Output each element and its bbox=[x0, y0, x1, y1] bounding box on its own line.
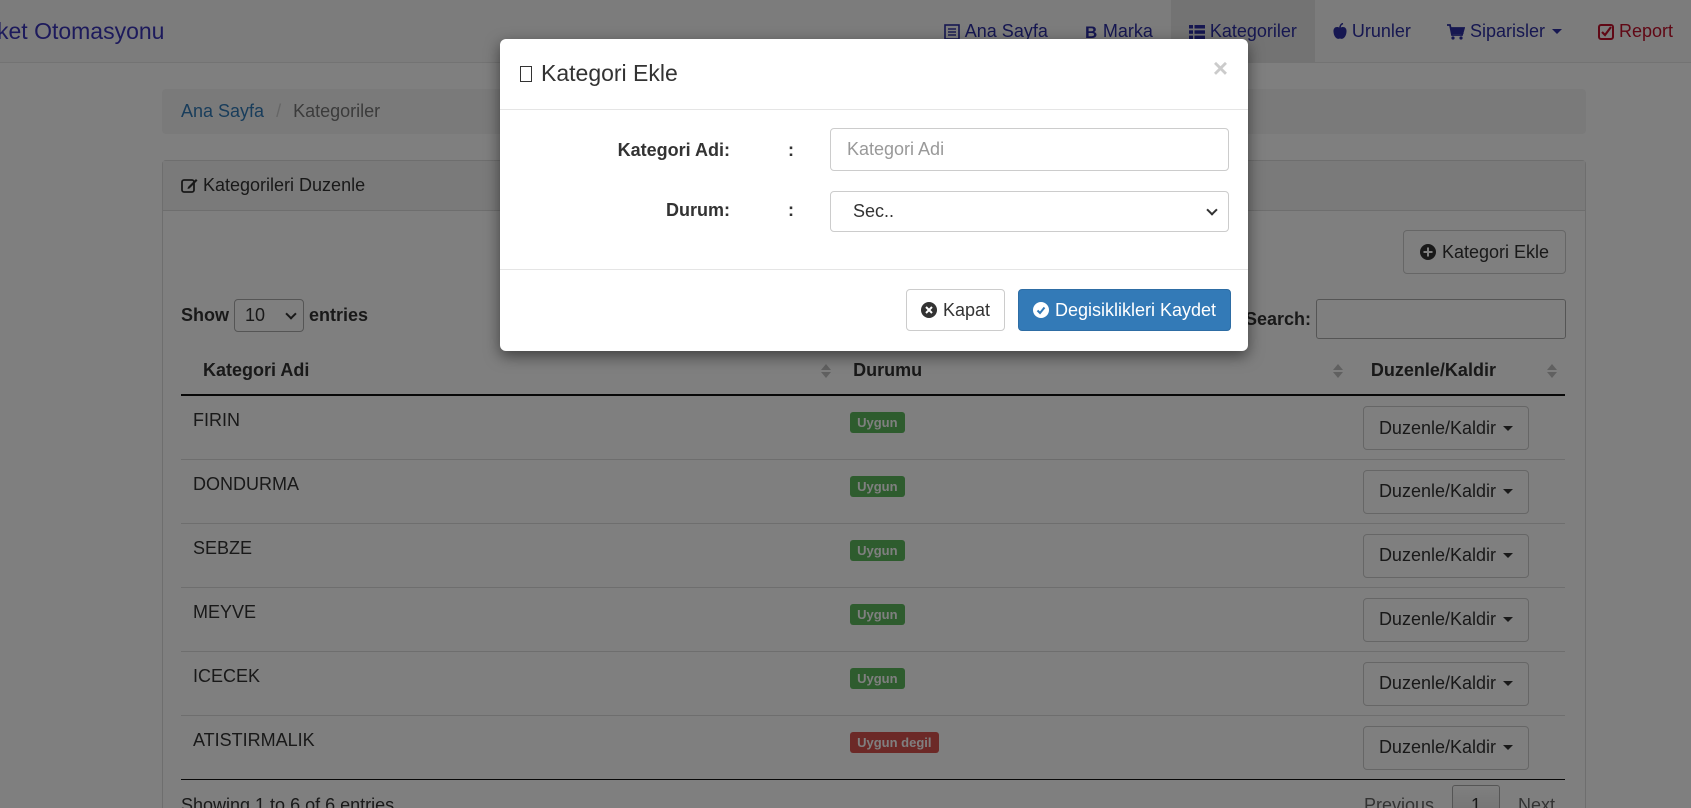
close-icon[interactable]: × bbox=[1213, 53, 1228, 84]
category-name-input[interactable]: Kategori Adi bbox=[830, 128, 1229, 171]
close-button-label: Kapat bbox=[943, 299, 991, 320]
chevron-down-icon bbox=[1206, 203, 1218, 216]
status-select-value: Sec.. bbox=[853, 201, 895, 221]
status-label: Durum: bbox=[666, 200, 730, 220]
colon-separator: : bbox=[788, 200, 794, 220]
save-changes-button[interactable]: Degisiklikleri Kaydet bbox=[1018, 289, 1232, 331]
modal-body: Kategori Adi: : Kategori Adi Durum: : Se… bbox=[500, 110, 1248, 270]
modal-title: Kategori Ekle bbox=[520, 60, 678, 87]
save-changes-button-label: Degisiklikleri Kaydet bbox=[1055, 299, 1217, 320]
modal-footer: Kapat Degisiklikleri Kaydet bbox=[500, 270, 1248, 350]
missing-glyph-icon bbox=[520, 65, 532, 82]
category-name-label: Kategori Adi: bbox=[617, 140, 730, 160]
status-select[interactable]: Sec.. bbox=[830, 191, 1229, 232]
ok-sign-icon bbox=[1033, 302, 1049, 318]
add-category-modal: Kategori Ekle × Kategori Adi: : Kategori… bbox=[500, 39, 1248, 351]
remove-sign-icon bbox=[921, 302, 937, 318]
modal-header: Kategori Ekle × bbox=[500, 39, 1248, 110]
colon-separator: : bbox=[788, 140, 794, 160]
close-button[interactable]: Kapat bbox=[906, 289, 1006, 331]
modal-title-text: Kategori Ekle bbox=[541, 60, 678, 86]
